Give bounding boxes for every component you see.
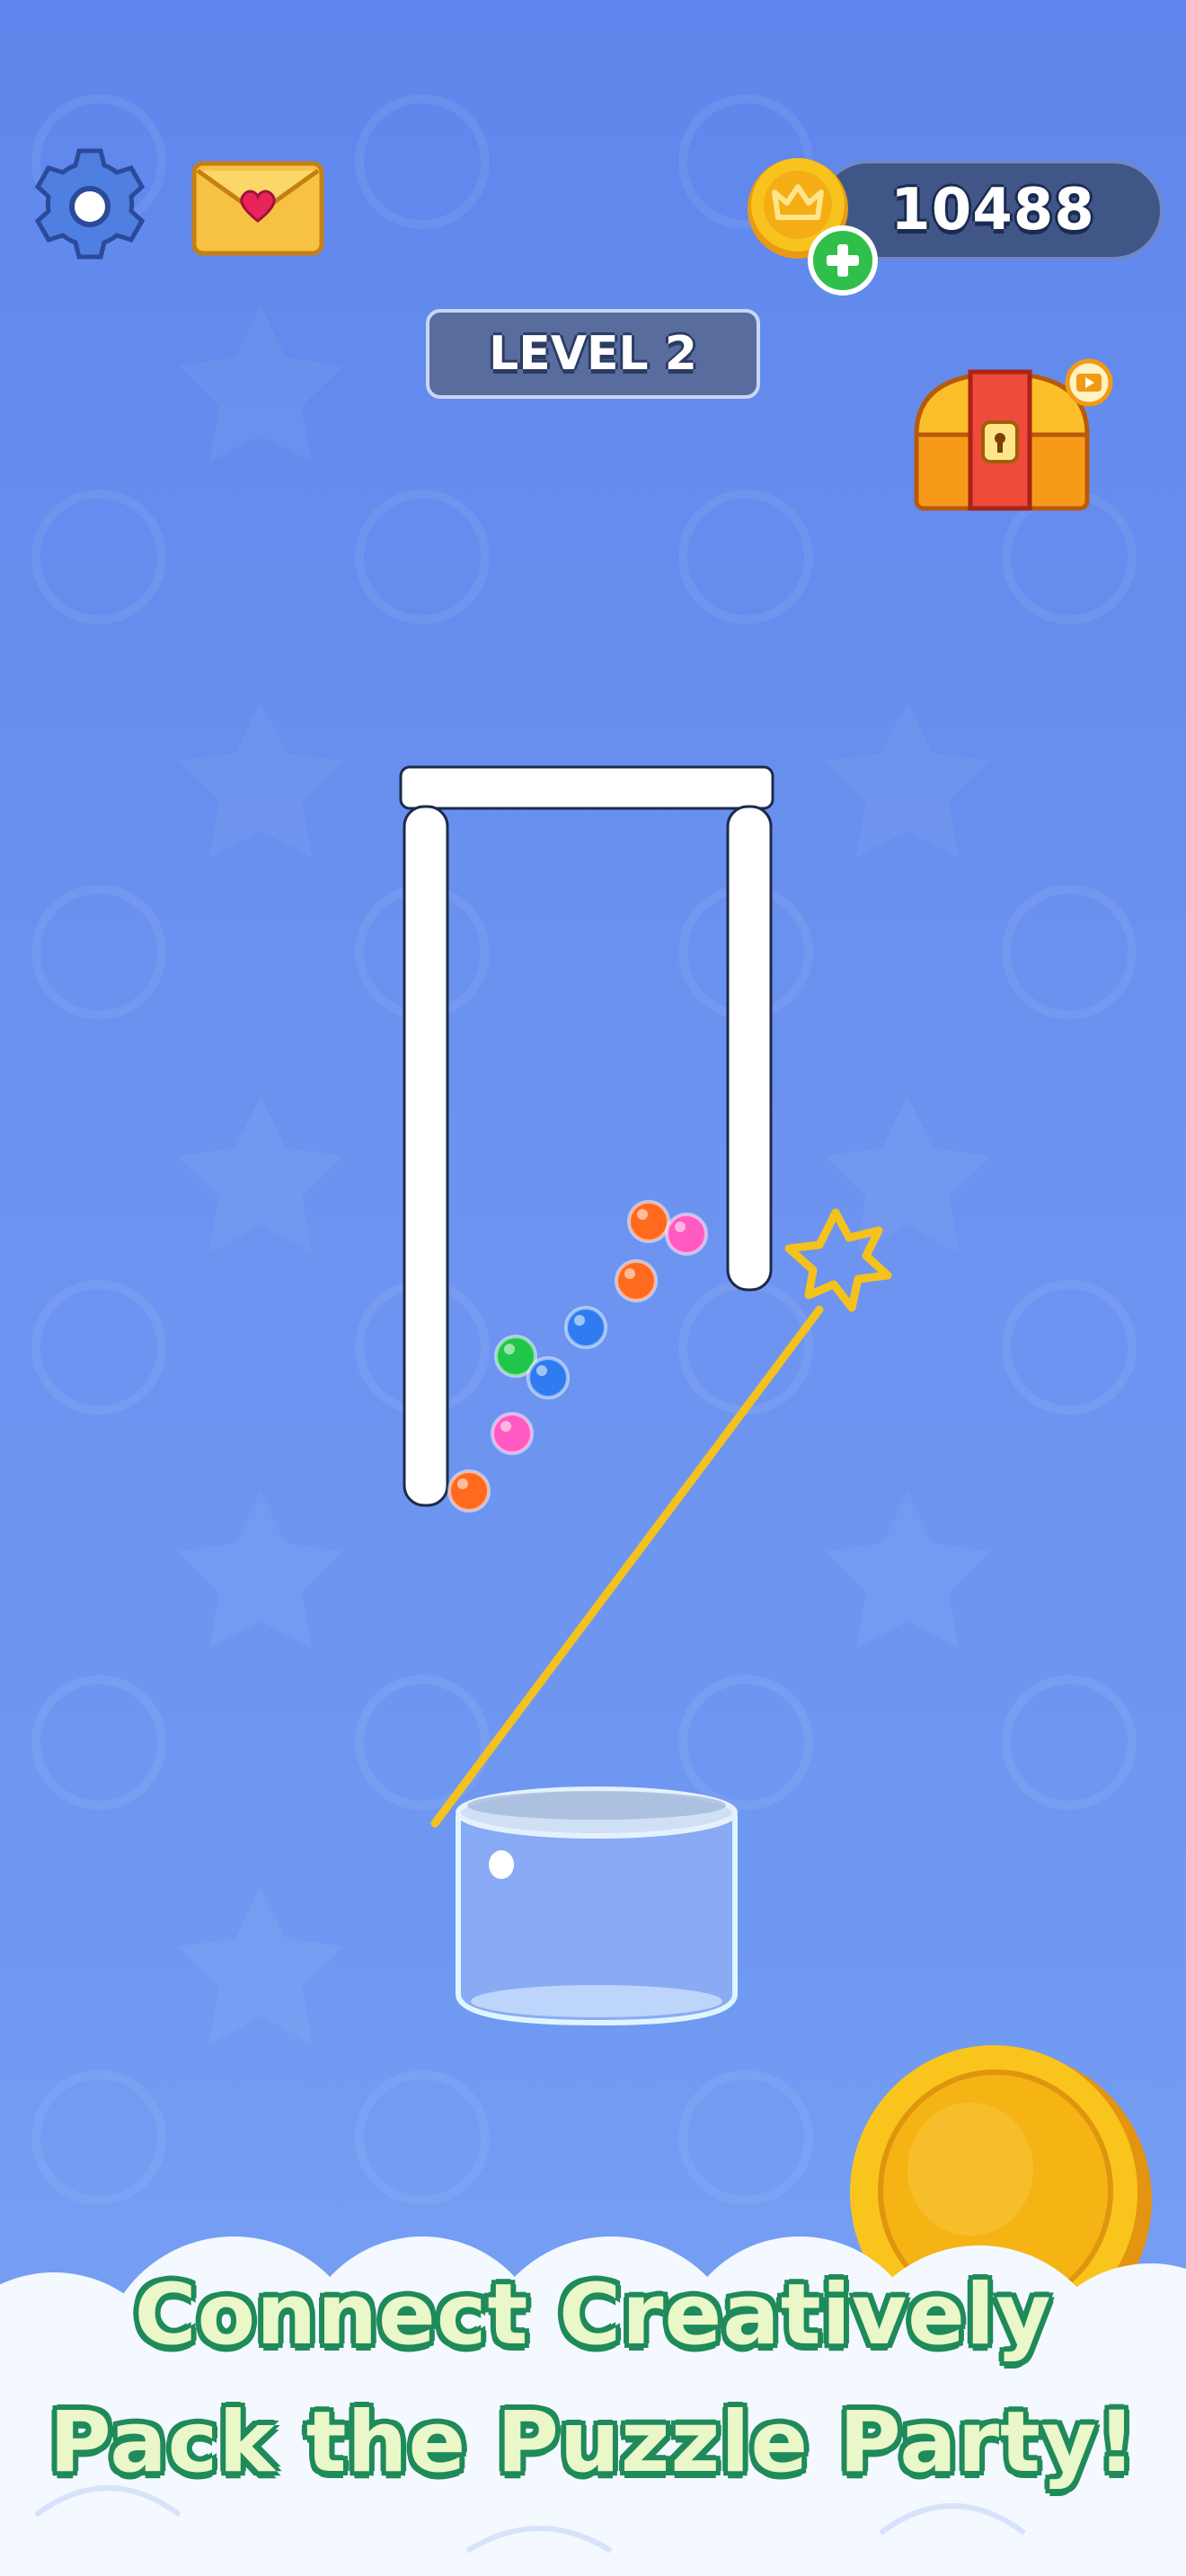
ball-highlight: [536, 1365, 547, 1376]
game-screen: 10488 LEVEL 2 Connect Creatively Pack th…: [0, 0, 1186, 2576]
ball-highlight: [500, 1421, 511, 1432]
video-play-icon: [1065, 358, 1113, 407]
ball-highlight: [504, 1344, 515, 1354]
glass-jar: [456, 1786, 738, 2026]
puzzle-board[interactable]: [0, 737, 1186, 2066]
star-pen-icon: [784, 1208, 892, 1312]
ball: [627, 1200, 670, 1243]
treasure-chest-icon[interactable]: [907, 356, 1114, 517]
ball: [447, 1469, 491, 1513]
level-badge: LEVEL 2: [426, 309, 760, 399]
ball-group: [447, 1200, 708, 1513]
settings-gear-icon[interactable]: [27, 144, 153, 269]
ball-highlight: [574, 1315, 585, 1326]
ball: [527, 1356, 570, 1399]
coin-count: 10488: [890, 177, 1095, 243]
add-coins-plus-icon[interactable]: [807, 225, 879, 296]
promo-line-2: Pack the Puzzle Party!: [49, 2394, 1137, 2492]
level-label: LEVEL 2: [489, 327, 697, 381]
mail-envelope-icon[interactable]: [190, 158, 325, 259]
coin-balance: 10488: [737, 154, 1168, 296]
cloud-banner: [0, 2236, 1186, 2576]
ball: [615, 1259, 658, 1302]
ball-highlight: [457, 1478, 468, 1489]
ball: [665, 1213, 708, 1256]
drawn-line: [430, 1305, 824, 1828]
promo-line-1: Connect Creatively: [134, 2266, 1052, 2364]
ball-highlight: [624, 1268, 635, 1279]
ball-highlight: [637, 1209, 648, 1220]
pipe-frame: [399, 765, 774, 1507]
ball: [491, 1412, 534, 1455]
ball: [564, 1306, 607, 1349]
ball-highlight: [675, 1222, 686, 1232]
